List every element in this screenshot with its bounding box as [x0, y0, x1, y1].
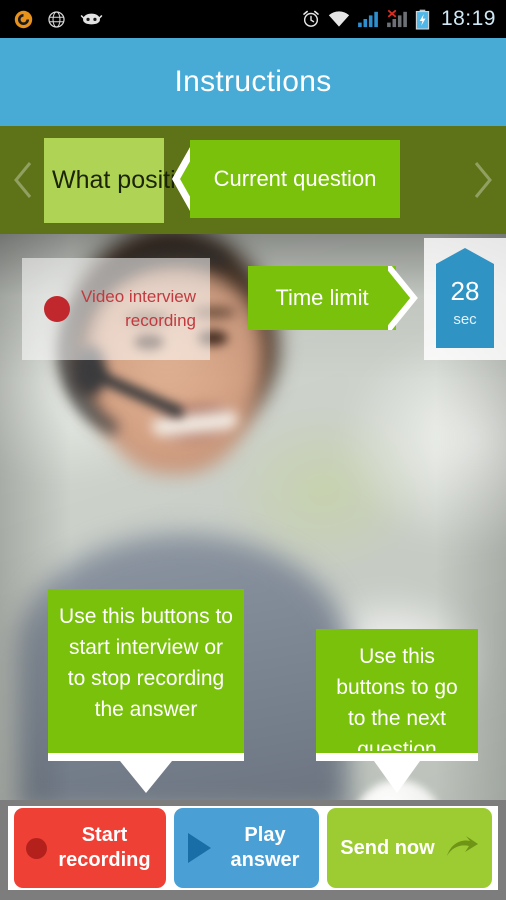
previous-question-chevron-icon[interactable] — [6, 157, 40, 203]
callout-right-arrow-icon — [388, 266, 418, 330]
callout-current-question-label: Current question — [190, 140, 400, 218]
callout-record-buttons: Use this buttons to start interview or t… — [48, 589, 244, 795]
callout-record-buttons-label: Use this buttons to start interview or t… — [48, 589, 244, 751]
callout-time-limit-label: Time limit — [248, 266, 396, 330]
start-recording-label-line2: recording — [58, 849, 151, 871]
callout-current-question: Current question — [168, 140, 400, 218]
next-question-chevron-icon[interactable] — [466, 157, 500, 203]
time-remaining-shape: 28 sec — [436, 248, 494, 348]
time-remaining-badge: 28 sec — [424, 238, 506, 360]
callout-down-tail-icon — [316, 751, 478, 793]
page-title: Instructions — [174, 65, 332, 98]
start-recording-button[interactable]: Start recording — [14, 808, 166, 888]
send-now-label: Send now — [340, 836, 435, 859]
start-recording-label: Start recording — [47, 823, 166, 873]
recording-label: Video interview recording — [81, 287, 196, 330]
callout-time-limit: Time limit — [248, 266, 424, 330]
app-circle-icon — [14, 10, 33, 28]
signal-bars-error-icon — [387, 10, 407, 28]
send-now-button[interactable]: Send now — [327, 808, 492, 888]
play-answer-label-line2: answer — [230, 849, 300, 871]
wifi-icon — [328, 11, 350, 27]
callout-down-tail-icon — [48, 751, 244, 793]
play-answer-button[interactable]: Play answer — [174, 808, 319, 888]
status-bar-notification-icons — [14, 10, 103, 29]
play-triangle-icon — [188, 833, 211, 863]
phone-screen: 18:19 Instructions What position d in 5 … — [0, 0, 506, 900]
time-remaining-value: 28 — [450, 276, 480, 306]
app-title-bar: Instructions — [0, 38, 506, 126]
recording-indicator: Video interview recording — [22, 258, 210, 360]
signal-bars-icon — [358, 11, 378, 28]
play-answer-label: Play answer — [211, 823, 319, 873]
bottom-action-bar-inner: Start recording Play answer Send now — [8, 806, 498, 890]
status-bar-system-icons: 18:19 — [301, 7, 496, 31]
callout-next-question-label: Use this buttons to go to the next quest… — [316, 629, 478, 761]
status-bar-clock: 18:19 — [440, 7, 496, 30]
start-recording-label-line1: Start — [81, 824, 128, 846]
record-dot-icon — [26, 837, 47, 859]
forward-arrow-icon — [446, 836, 478, 856]
play-answer-label-line1: Play — [244, 824, 286, 846]
recording-dot-icon — [44, 296, 70, 322]
alarm-clock-icon — [303, 10, 319, 27]
globe-icon — [48, 10, 65, 28]
battery-charging-icon — [415, 9, 430, 30]
callout-next-question-buttons: Use this buttons to go to the next quest… — [316, 629, 478, 795]
time-remaining-unit: sec — [453, 311, 477, 328]
bottom-action-bar: Start recording Play answer Send now — [0, 800, 506, 900]
cyanogen-face-icon — [80, 13, 103, 25]
android-status-bar: 18:19 — [0, 0, 506, 38]
